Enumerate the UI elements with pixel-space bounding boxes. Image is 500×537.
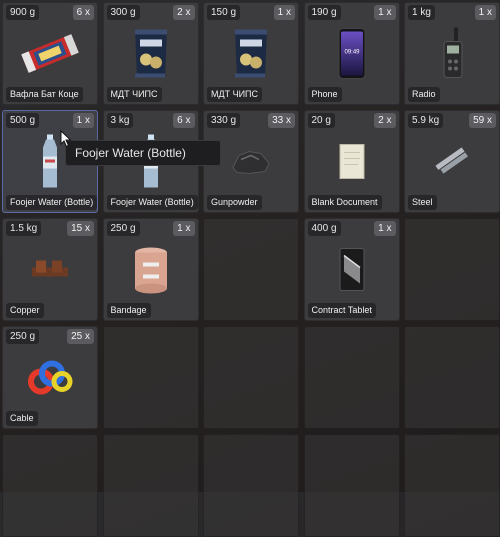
inventory-slot[interactable]: 20 g 2 x Blank Document: [303, 110, 400, 213]
item-weight: 900 g: [6, 5, 40, 20]
item-count: 33 x: [268, 113, 295, 128]
wafer-bar-icon: [19, 31, 81, 80]
water-bottle-icon: [38, 132, 62, 195]
bandage-icon: [131, 244, 171, 299]
item-name: МДТ ЧИПС: [207, 87, 263, 102]
inventory-slot[interactable]: 5.9 kg 59 x Steel: [404, 110, 500, 213]
inventory-slot[interactable]: 150 g 1 x МДТ ЧИПС: [203, 2, 299, 105]
phone-icon: 09:49: [338, 27, 366, 84]
item-count: 1 x: [474, 5, 496, 20]
radio-icon: [438, 25, 466, 86]
item-count: 25 x: [67, 329, 94, 344]
item-name: Foojer Water (Bottle): [6, 195, 98, 210]
item-name: Cable: [6, 411, 38, 426]
inventory-grid: 900 g 6 x Вафла Бат Коце 300 g 2 x МДТ ЧИПС…: [0, 0, 500, 537]
item-count: 2 x: [374, 113, 396, 128]
item-count: 1 x: [374, 5, 396, 20]
cable-icon: [26, 357, 74, 402]
steel-icon: [432, 146, 472, 181]
inventory-slot-empty[interactable]: [404, 434, 500, 537]
item-weight: 5.9 kg: [408, 113, 444, 128]
document-icon: [338, 142, 366, 185]
inventory-slot[interactable]: 1 kg 1 x Radio: [404, 2, 500, 105]
gunpowder-icon: [229, 145, 273, 182]
item-weight: 190 g: [307, 5, 341, 20]
item-count: 6 x: [173, 113, 195, 128]
inventory-slot-empty[interactable]: [102, 434, 199, 537]
item-count: 6 x: [72, 5, 94, 20]
inventory-slot-empty[interactable]: [303, 326, 400, 429]
inventory-slot-empty[interactable]: [203, 218, 299, 321]
tablet-icon: [338, 247, 366, 296]
item-name: Blank Document: [307, 195, 382, 210]
item-weight: 300 g: [106, 5, 140, 20]
copper-icon: [28, 255, 72, 288]
mouse-cursor-icon: [60, 130, 72, 148]
item-count: 1 x: [374, 221, 396, 236]
item-name: МДТ ЧИПС: [106, 87, 162, 102]
item-name: Copper: [6, 303, 44, 318]
inventory-slot-empty[interactable]: [303, 434, 400, 537]
inventory-slot[interactable]: 400 g 1 x Contract Tablet: [303, 218, 400, 321]
item-tooltip: Foojer Water (Bottle): [65, 140, 221, 166]
inventory-slot[interactable]: 1.5 kg 15 x Copper: [2, 218, 98, 321]
item-count: 1 x: [72, 113, 94, 128]
item-weight: 330 g: [207, 113, 241, 128]
item-weight: 1.5 kg: [6, 221, 42, 236]
item-name: Foojer Water (Bottle): [106, 195, 198, 210]
item-weight: 3 kg: [106, 113, 134, 128]
item-count: 1 x: [273, 5, 295, 20]
item-weight: 20 g: [307, 113, 335, 128]
inventory-slot-empty[interactable]: [203, 326, 299, 429]
inventory-slot[interactable]: 900 g 6 x Вафла Бат Коце: [2, 2, 98, 105]
inventory-slot-empty[interactable]: [102, 326, 199, 429]
inventory-slot-empty[interactable]: [404, 218, 500, 321]
item-weight: 500 g: [6, 113, 40, 128]
item-name: Bandage: [106, 303, 151, 318]
item-name: Gunpowder: [207, 195, 262, 210]
inventory-slot-empty[interactable]: [2, 434, 98, 537]
item-count: 59 x: [469, 113, 496, 128]
inventory-slot-empty[interactable]: [404, 326, 500, 429]
inventory-slot-empty[interactable]: [203, 434, 299, 537]
item-count: 15 x: [67, 221, 94, 236]
item-name: Steel: [408, 195, 437, 210]
item-name: Вафла Бат Коце: [6, 87, 83, 102]
inventory-slot[interactable]: 250 g 1 x Bandage: [102, 218, 199, 321]
item-weight: 250 g: [6, 329, 40, 344]
item-weight: 400 g: [307, 221, 341, 236]
inventory-slot[interactable]: 300 g 2 x МДТ ЧИПС: [102, 2, 199, 105]
item-name: Contract Tablet: [307, 303, 376, 318]
item-count: 1 x: [173, 221, 195, 236]
item-name: Phone: [307, 87, 342, 102]
item-weight: 150 g: [207, 5, 241, 20]
item-count: 2 x: [173, 5, 195, 20]
inventory-slot[interactable]: 250 g 25 x Cable: [2, 326, 98, 429]
item-name: Radio: [408, 87, 440, 102]
inventory-slot[interactable]: 190 g 1 x 09:49 Phone: [303, 2, 400, 105]
chips-bag-icon: [130, 25, 172, 86]
phone-clock-text: 09:49: [344, 49, 360, 55]
chips-bag-icon: [230, 25, 272, 86]
item-weight: 250 g: [106, 221, 140, 236]
item-weight: 1 kg: [408, 5, 435, 20]
